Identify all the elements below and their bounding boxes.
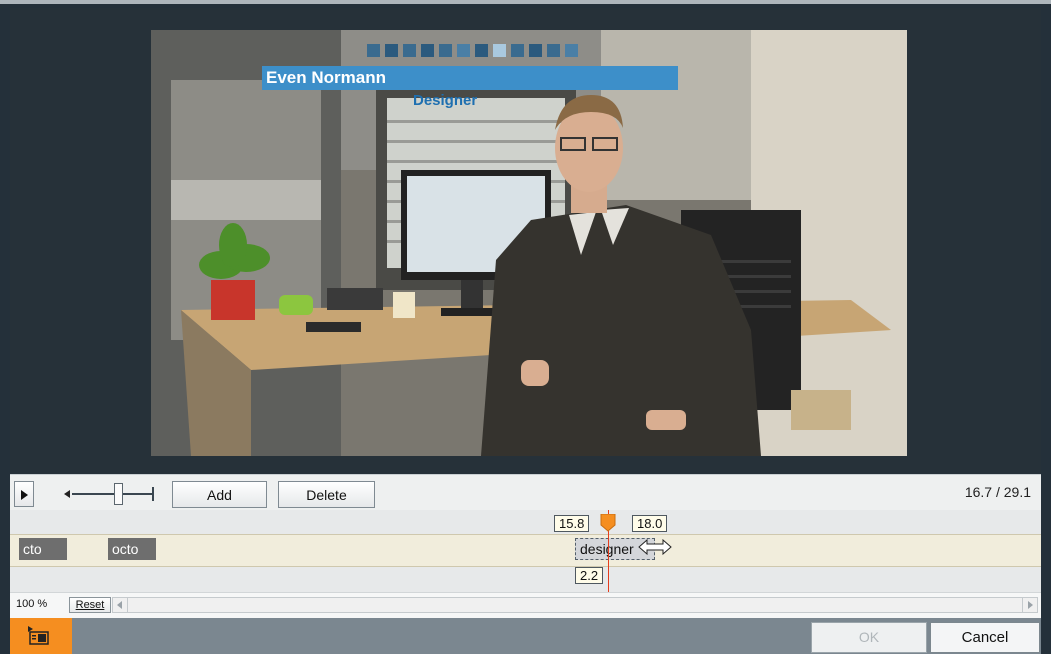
speed-slider[interactable] [64, 481, 156, 507]
slider-thumb[interactable] [114, 483, 123, 505]
scroll-right-arrow-icon[interactable] [1022, 598, 1037, 612]
slider-track [72, 493, 152, 495]
ok-button[interactable]: OK [811, 622, 927, 653]
add-button[interactable]: Add [172, 481, 267, 508]
office-interview-scene [151, 30, 907, 456]
timeline-clip-octo[interactable]: octo [108, 538, 156, 560]
lower-third-decoration [367, 44, 578, 57]
title-track-lane[interactable] [10, 534, 1041, 567]
time-readout: 16.7 / 29.1 [964, 484, 1031, 500]
slider-left-arrow-icon [64, 490, 70, 498]
clip-duration: 2.2 [575, 567, 604, 584]
cancel-button[interactable]: Cancel [930, 622, 1040, 653]
lower-third-title: Designer [413, 92, 478, 109]
play-icon [20, 490, 28, 500]
titler-editor-window: Even Normann Designer Add Delete 16.7 / … [0, 0, 1051, 654]
playhead-handle-icon[interactable] [600, 514, 616, 532]
slider-end-cap [152, 487, 154, 501]
clip-in-time: 15.8 [554, 515, 590, 532]
zoom-row: 100 % Reset [10, 592, 1041, 618]
panel-toggle-button[interactable] [10, 618, 72, 654]
window-top-border [0, 0, 1051, 4]
reset-zoom-button[interactable]: Reset [69, 597, 111, 613]
dialog-footer: OK Cancel [10, 618, 1041, 654]
clip-out-time: 18.0 [632, 515, 668, 532]
panel-toggle-icon [28, 626, 49, 645]
lower-third-name: Even Normann [262, 66, 678, 90]
delete-button[interactable]: Delete [278, 481, 375, 508]
video-preview-area: Even Normann Designer [10, 8, 1041, 474]
zoom-level: 100 % [16, 598, 48, 610]
resize-cursor-icon [638, 539, 672, 555]
play-button[interactable] [14, 481, 34, 507]
scroll-left-arrow-icon[interactable] [113, 598, 128, 612]
playback-toolbar: Add Delete 16.7 / 29.1 [10, 474, 1041, 511]
timeline-scrollbar[interactable] [112, 597, 1038, 613]
video-preview-frame: Even Normann Designer [151, 30, 907, 456]
timeline[interactable]: cto octo designer 15.8 18.0 2.2 [10, 510, 1041, 592]
timeline-clip-cto[interactable]: cto [19, 538, 67, 560]
